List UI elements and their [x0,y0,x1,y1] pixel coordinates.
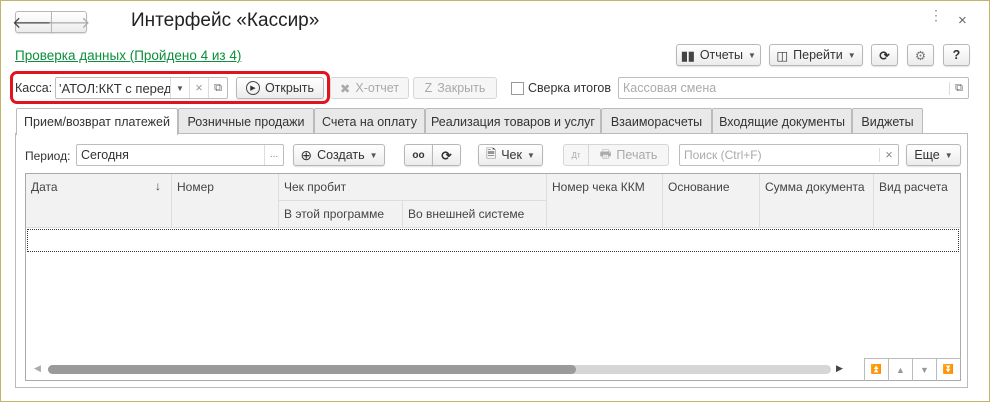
last-row-icon[interactable]: ⏬ [936,358,960,381]
print-label: Печать [616,148,658,162]
more-label: Еще [914,148,940,162]
reconcile-label: Сверка итогов [528,81,611,95]
plus-circle-icon: ⊕ [300,146,313,163]
close-icon[interactable]: × [958,12,967,29]
col-date[interactable]: Дата ↓ [26,174,172,228]
window-title: Интерфейс «Кассир» [131,10,320,31]
col-number[interactable]: Номер [172,174,279,228]
back-button[interactable]: 🡐 [12,11,55,33]
search-input[interactable]: Поиск (Ctrl+F) × [679,144,899,166]
chevron-down-icon: ▼ [526,150,535,160]
dt-kt-button[interactable]: Дт [563,144,589,166]
sort-desc-icon: ↓ [155,179,161,193]
period-field[interactable]: Сегодня... [76,144,284,166]
cash-shift-field[interactable]: Кассовая смена ⧉ [618,77,969,99]
scroll-right-icon[interactable]: ▶ [836,363,843,374]
chevron-down-icon: ▼ [944,150,953,160]
data-check-link[interactable]: Проверка данных (Пройдено 4 из 4) [15,48,241,63]
arrow-right-icon: 🡒 [47,14,91,32]
period-value: Сегодня [81,148,129,162]
chevron-down-icon: ▼ [369,150,378,160]
first-row-icon[interactable]: ⏫ [864,358,888,381]
bar-chart-icon: ▮▮ [681,48,695,63]
tab-retail[interactable]: Розничные продажи [178,108,314,134]
tab-incoming[interactable]: Входящие документы [712,108,852,134]
tab-sales[interactable]: Реализация товаров и услуг [425,108,601,134]
settings-button[interactable]: ⚙ [907,44,934,66]
refresh-button[interactable]: ⟳ [871,44,898,66]
gear-icon: ⚙ [914,48,927,63]
cash-shift-placeholder: Кассовая смена [623,81,717,95]
refresh-list-button[interactable]: ⟳ [432,144,461,166]
printer-icon: 🖶 [599,146,612,161]
col-external[interactable]: Во внешней системе [403,201,547,228]
document-icon: 🗎 [486,146,497,161]
col-check-printed[interactable]: Чек пробит [279,174,547,201]
z-report-icon: Z [424,81,433,95]
glasses-icon: oo [412,149,425,161]
col-basis[interactable]: Основание [663,174,760,228]
period-select-button[interactable]: ... [264,145,283,165]
refresh-icon: ⟳ [879,48,890,63]
horizontal-scrollbar[interactable] [48,365,831,374]
print-button[interactable]: 🖶 Печать [588,144,669,166]
help-button[interactable]: ? [943,44,970,66]
open-form-icon[interactable]: ⧉ [949,81,968,95]
x-report-icon: ✖ [339,81,351,96]
scrollbar-thumb[interactable] [48,365,576,374]
receipt-button[interactable]: 🗎 Чек ▼ [478,144,543,166]
search-placeholder: Поиск (Ctrl+F) [684,148,762,162]
close-shift-label: Закрыть [437,81,486,95]
reports-button[interactable]: ▮▮ Отчеты ▼ [676,44,761,66]
scroll-left-icon[interactable]: ◀ [34,363,41,374]
table-row-focus[interactable] [27,229,959,252]
create-label: Создать [317,148,365,162]
reconcile-checkbox[interactable] [511,82,524,95]
col-in-program[interactable]: В этой программе [279,201,403,228]
more-button[interactable]: Еще ▼ [906,144,961,166]
chevron-down-icon: ▼ [748,50,756,60]
create-button[interactable]: ⊕ Создать ▼ [293,144,385,166]
next-row-icon[interactable]: ▼ [912,358,936,381]
col-payment-type[interactable]: Вид расчета [874,174,960,228]
x-report-button[interactable]: ✖ X-отчет [330,77,409,99]
forward-button[interactable]: 🡒 [48,11,90,33]
tab-settlements[interactable]: Взаиморасчеты [601,108,712,134]
kassa-highlight [10,71,330,104]
tab-payments[interactable]: Прием/возврат платежей [16,108,178,135]
dt-kt-icon: Дт [571,150,581,160]
col-amount[interactable]: Сумма документа [760,174,874,228]
clear-search-icon[interactable]: × [879,148,898,162]
panel-icon: ◫ [776,48,789,63]
refresh-icon: ⟳ [441,148,452,163]
chevron-down-icon: ▼ [847,50,856,60]
window: 🡐 🡒 Интерфейс «Кассир» ⋮ × Проверка данн… [0,0,990,402]
tab-widgets[interactable]: Виджеты [852,108,923,134]
goto-button[interactable]: ◫ Перейти ▼ [769,44,863,66]
prev-row-icon[interactable]: ▲ [888,358,912,381]
receipt-label: Чек [501,148,522,162]
x-report-label: X-отчет [355,81,400,95]
goto-label: Перейти [793,48,843,62]
tab-invoices[interactable]: Счета на оплату [314,108,425,134]
period-label: Период: [25,149,71,163]
col-kkm-number[interactable]: Номер чека ККМ [547,174,663,228]
more-menu-icon[interactable]: ⋮ [929,8,943,22]
close-shift-button[interactable]: Z Закрыть [413,77,497,99]
documents-table: Дата ↓ Номер Чек пробит В этой программе … [25,173,961,381]
reports-label: Отчеты [699,48,744,62]
view-button[interactable]: oo [404,144,433,166]
